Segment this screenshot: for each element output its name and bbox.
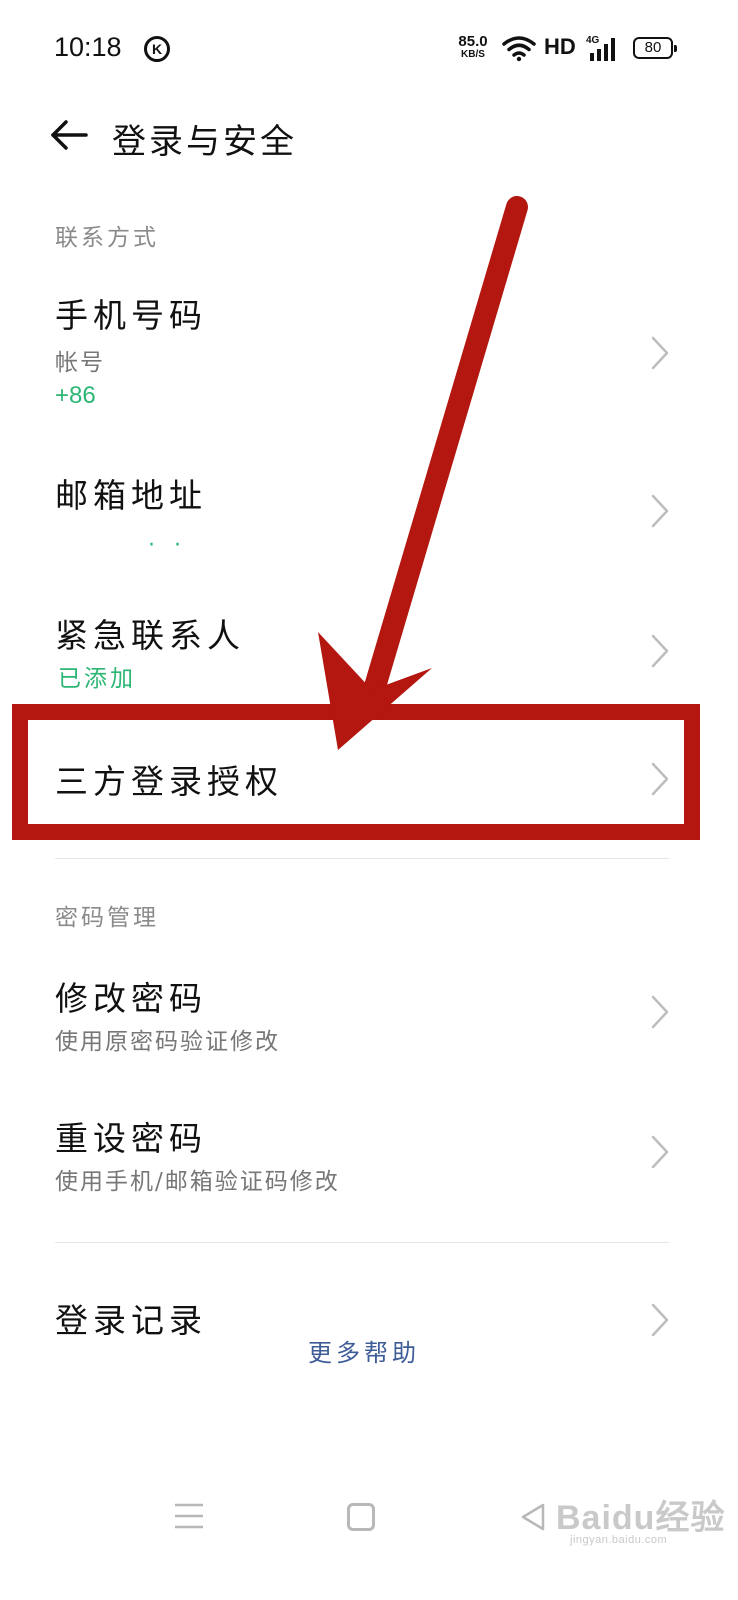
status-bar: 10:18 K 85.0 KB/S HD 4G 80 [0, 0, 738, 100]
watermark-url: jingyan.baidu.com [570, 1534, 668, 1546]
change-password-title: 修改密码 [55, 979, 207, 1018]
battery-icon: 80 [633, 37, 677, 59]
k-icon: K [144, 36, 170, 62]
header: 登录与安全 [0, 100, 738, 180]
chevron-right-icon [651, 995, 669, 1029]
reset-password-subtitle: 使用手机/邮箱验证码修改 [55, 1169, 340, 1195]
email-address-value: · · [148, 533, 187, 558]
emergency-contact-title: 紧急联系人 [55, 616, 245, 655]
emergency-contact-status: 已添加 [58, 666, 136, 692]
network-speed-value: 85.0 [458, 33, 488, 50]
phone-number-row[interactable]: 手机号码 帐号 +86 [0, 285, 738, 425]
section-label-password: 密码管理 [55, 905, 159, 931]
home-icon[interactable] [347, 1503, 375, 1531]
change-password-row[interactable]: 修改密码 使用原密码验证修改 [0, 968, 738, 1068]
menu-icon[interactable] [174, 1502, 204, 1530]
network-speed: 85.0 KB/S [453, 34, 493, 60]
annotation-highlight-box [12, 704, 700, 840]
hd-label: HD [544, 34, 576, 59]
chevron-right-icon [651, 634, 669, 668]
baidu-watermark: Baidu经验 jingyan.baidu.com [556, 1490, 726, 1546]
reset-password-row[interactable]: 重设密码 使用手机/邮箱验证码修改 [0, 1108, 738, 1208]
chevron-right-icon [651, 1135, 669, 1169]
chevron-right-icon [651, 494, 669, 528]
section-divider [55, 1242, 669, 1243]
emergency-contact-row[interactable]: 紧急联系人 已添加 [0, 605, 738, 695]
page-title: 登录与安全 [112, 122, 297, 162]
network-type-label: 4G [586, 35, 600, 46]
section-divider [55, 858, 669, 859]
signal-icon: 4G [586, 35, 615, 61]
phone-country-code: +86 [55, 382, 96, 409]
reset-password-title: 重设密码 [55, 1119, 207, 1158]
back-arrow-icon[interactable] [48, 114, 90, 156]
chevron-right-icon [651, 1303, 669, 1337]
section-label-contact: 联系方式 [55, 225, 159, 251]
change-password-subtitle: 使用原密码验证修改 [55, 1029, 280, 1055]
more-help-link[interactable]: 更多帮助 [308, 1333, 420, 1368]
email-address-title: 邮箱地址 [55, 476, 207, 515]
wifi-icon [502, 36, 536, 62]
back-triangle-icon[interactable] [520, 1502, 546, 1532]
network-speed-unit: KB/S [461, 49, 485, 60]
status-time: 10:18 [54, 32, 122, 62]
login-records-title: 登录记录 [55, 1301, 207, 1340]
watermark-brand: Baidu经验 [556, 1499, 726, 1537]
email-address-row[interactable]: 邮箱地址 · · [0, 465, 738, 565]
chevron-right-icon [651, 336, 669, 370]
phone-number-title: 手机号码 [55, 296, 207, 335]
phone-account-label: 帐号 [55, 350, 105, 376]
